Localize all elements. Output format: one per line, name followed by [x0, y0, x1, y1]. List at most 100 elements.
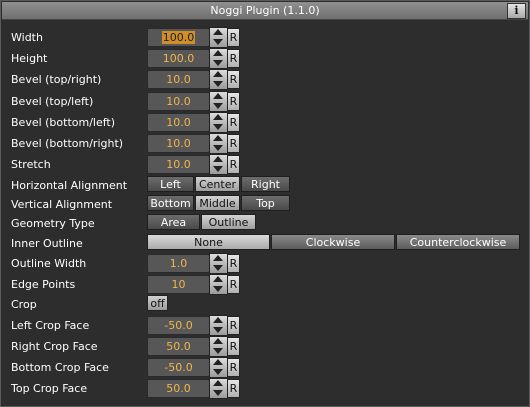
outline-width-field[interactable]: 1.0 — [147, 254, 210, 273]
bevel-bottom-right-spinner[interactable] — [209, 133, 228, 154]
window-title: Noggi Plugin (1.1.0) — [210, 4, 320, 17]
horizontal-alignment-left-button[interactable]: Left — [147, 176, 194, 192]
edge-points-label: Edge Points — [11, 278, 76, 291]
inner-outline-counterclockwise-button[interactable]: Counterclockwise — [396, 234, 520, 250]
bevel-top-right-reset-button[interactable]: R — [227, 70, 240, 89]
geometry-type-label: Geometry Type — [11, 217, 95, 230]
spinner-up-icon[interactable] — [213, 338, 223, 344]
top-crop-face-reset-button[interactable]: R — [227, 379, 240, 398]
outline-width-label: Outline Width — [11, 257, 87, 270]
title-bar: Noggi Plugin (1.1.0) i — [2, 2, 528, 20]
bevel-top-left-field[interactable]: 10.0 — [147, 92, 210, 111]
height-label: Height — [11, 52, 48, 65]
width-label: Width — [11, 31, 43, 44]
bottom-crop-face-label: Bottom Crop Face — [11, 361, 109, 374]
spinner-down-icon[interactable] — [213, 265, 223, 271]
spinner-down-icon[interactable] — [213, 390, 223, 396]
outline-width-spinner[interactable] — [209, 253, 228, 274]
spinner-up-icon[interactable] — [213, 380, 223, 386]
spinner-up-icon[interactable] — [213, 359, 223, 365]
height-field[interactable]: 100.0 — [147, 49, 210, 68]
bevel-bottom-right-label: Bevel (bottom/right) — [11, 137, 124, 150]
crop-toggle[interactable]: off — [147, 295, 168, 311]
bevel-top-left-spinner[interactable] — [209, 91, 228, 112]
outline-width-reset-button[interactable]: R — [227, 254, 240, 273]
bottom-crop-face-reset-button[interactable]: R — [227, 358, 240, 377]
bevel-top-right-field[interactable]: 10.0 — [147, 70, 210, 89]
width-reset-button[interactable]: R — [227, 28, 240, 47]
top-crop-face-label: Top Crop Face — [11, 382, 88, 395]
geometry-type-outline-button[interactable]: Outline — [201, 214, 256, 230]
right-crop-face-label: Right Crop Face — [11, 340, 98, 353]
stretch-field[interactable]: 10.0 — [147, 155, 210, 174]
spinner-down-icon[interactable] — [213, 145, 223, 151]
left-crop-face-reset-button[interactable]: R — [227, 316, 240, 335]
spinner-up-icon[interactable] — [213, 71, 223, 77]
top-crop-face-field[interactable]: 50.0 — [147, 379, 210, 398]
stretch-label: Stretch — [11, 158, 51, 171]
bevel-top-right-spinner[interactable] — [209, 69, 228, 90]
bevel-bottom-left-reset-button[interactable]: R — [227, 113, 240, 132]
vertical-alignment-middle-button[interactable]: Middle — [195, 195, 240, 211]
top-crop-face-spinner[interactable] — [209, 378, 228, 399]
spinner-up-icon[interactable] — [213, 29, 223, 35]
width-field[interactable]: 100.0 — [147, 28, 210, 47]
right-crop-face-field[interactable]: 50.0 — [147, 337, 210, 356]
spinner-up-icon[interactable] — [213, 317, 223, 323]
right-crop-face-reset-button[interactable]: R — [227, 337, 240, 356]
edge-points-field[interactable]: 10 — [147, 275, 210, 294]
spinner-down-icon[interactable] — [213, 286, 223, 292]
height-spinner[interactable] — [209, 48, 228, 69]
spinner-up-icon[interactable] — [213, 93, 223, 99]
spinner-down-icon[interactable] — [213, 124, 223, 130]
bottom-crop-face-field[interactable]: -50.0 — [147, 358, 210, 377]
bevel-bottom-left-spinner[interactable] — [209, 112, 228, 133]
inner-outline-label: Inner Outline — [11, 237, 83, 250]
spinner-up-icon[interactable] — [213, 156, 223, 162]
edge-points-spinner[interactable] — [209, 274, 228, 295]
spinner-down-icon[interactable] — [213, 348, 223, 354]
horizontal-alignment-center-button[interactable]: Center — [195, 176, 240, 192]
inner-outline-clockwise-button[interactable]: Clockwise — [271, 234, 395, 250]
bevel-top-right-label: Bevel (top/right) — [11, 73, 102, 86]
horizontal-alignment-label: Horizontal Alignment — [11, 179, 128, 192]
spinner-up-icon[interactable] — [213, 114, 223, 120]
bevel-bottom-left-label: Bevel (bottom/left) — [11, 116, 116, 129]
left-crop-face-label: Left Crop Face — [11, 319, 90, 332]
bevel-bottom-left-field[interactable]: 10.0 — [147, 113, 210, 132]
left-crop-face-spinner[interactable] — [209, 315, 228, 336]
width-value: 100.0 — [161, 31, 196, 44]
spinner-down-icon[interactable] — [213, 166, 223, 172]
geometry-type-area-button[interactable]: Area — [147, 214, 200, 230]
spinner-up-icon[interactable] — [213, 135, 223, 141]
bottom-crop-face-spinner[interactable] — [209, 357, 228, 378]
info-button[interactable]: i — [507, 3, 526, 19]
right-crop-face-spinner[interactable] — [209, 336, 228, 357]
bevel-bottom-right-field[interactable]: 10.0 — [147, 134, 210, 153]
vertical-alignment-top-button[interactable]: Top — [241, 195, 290, 211]
stretch-reset-button[interactable]: R — [227, 155, 240, 174]
crop-label: Crop — [11, 298, 37, 311]
spinner-down-icon[interactable] — [213, 60, 223, 66]
spinner-down-icon[interactable] — [213, 39, 223, 45]
spinner-down-icon[interactable] — [213, 81, 223, 87]
spinner-up-icon[interactable] — [213, 276, 223, 282]
bevel-top-left-reset-button[interactable]: R — [227, 92, 240, 111]
spinner-up-icon[interactable] — [213, 50, 223, 56]
inner-outline-none-button[interactable]: None — [147, 234, 270, 250]
plugin-panel: Noggi Plugin (1.1.0) i Width 100.0 R Hei… — [0, 0, 530, 407]
spinner-up-icon[interactable] — [213, 255, 223, 261]
spinner-down-icon[interactable] — [213, 327, 223, 333]
spinner-down-icon[interactable] — [213, 369, 223, 375]
bevel-bottom-right-reset-button[interactable]: R — [227, 134, 240, 153]
height-reset-button[interactable]: R — [227, 49, 240, 68]
vertical-alignment-bottom-button[interactable]: Bottom — [147, 195, 194, 211]
vertical-alignment-label: Vertical Alignment — [11, 198, 113, 211]
stretch-spinner[interactable] — [209, 154, 228, 175]
bevel-top-left-label: Bevel (top/left) — [11, 95, 94, 108]
spinner-down-icon[interactable] — [213, 103, 223, 109]
edge-points-reset-button[interactable]: R — [227, 275, 240, 294]
width-spinner[interactable] — [209, 27, 228, 48]
horizontal-alignment-right-button[interactable]: Right — [241, 176, 290, 192]
left-crop-face-field[interactable]: -50.0 — [147, 316, 210, 335]
